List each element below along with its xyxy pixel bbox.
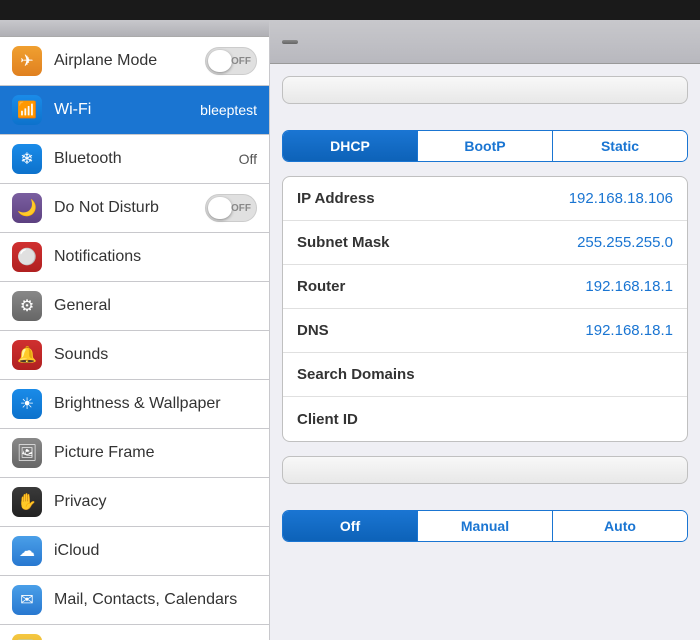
sidebar-item-label-bluetooth: Bluetooth — [54, 150, 239, 168]
renew-lease-button[interactable] — [282, 456, 688, 484]
sidebar-item-sounds[interactable]: 🔔 Sounds — [0, 331, 269, 380]
row-value-1: 255.255.255.0 — [577, 234, 673, 251]
sidebar-item-general[interactable]: ⚙ General — [0, 282, 269, 331]
toggle-airplane[interactable]: OFF — [205, 47, 257, 75]
sidebar-item-label-mail: Mail, Contacts, Calendars — [54, 591, 257, 609]
table-row: Search Domains — [283, 353, 687, 397]
proxy-segmented-control: OffManualAuto — [282, 510, 688, 542]
sidebar-item-notes[interactable]: 📝Notes — [0, 625, 269, 640]
row-value-3: 192.168.18.1 — [585, 322, 673, 339]
table-row: Client ID — [283, 397, 687, 441]
sidebar-item-label-general: General — [54, 297, 257, 315]
row-label-4: Search Domains — [297, 366, 673, 383]
row-label-2: Router — [297, 278, 585, 295]
sidebar-item-bluetooth[interactable]: ❄ BluetoothOff — [0, 135, 269, 184]
row-value-2: 192.168.18.1 — [585, 278, 673, 295]
right-panel: DHCPBootPStatic IP Address192.168.18.106… — [270, 20, 700, 640]
sidebar-item-label-airplane: Airplane Mode — [54, 52, 205, 70]
sidebar-item-wifi[interactable]: 📶 Wi-Fibleeptest — [0, 86, 269, 135]
sidebar-item-mail[interactable]: ✉ Mail, Contacts, Calendars — [0, 576, 269, 625]
sidebar-item-label-brightness: Brightness & Wallpaper — [54, 395, 257, 413]
sidebar-item-label-icloud: iCloud — [54, 542, 257, 560]
bluetooth-icon: ❄ — [12, 144, 42, 174]
sidebar-item-icloud[interactable]: ☁ iCloud — [0, 527, 269, 576]
ip-seg-static[interactable]: Static — [553, 131, 687, 161]
forget-network-button[interactable] — [282, 76, 688, 104]
sidebar-item-label-privacy: Privacy — [54, 493, 257, 511]
sidebar-item-airplane[interactable]: ✈ Airplane ModeOFF — [0, 37, 269, 86]
ip-seg-bootp[interactable]: BootP — [418, 131, 553, 161]
privacy-icon: ✋ — [12, 487, 42, 517]
mail-icon: ✉ — [12, 585, 42, 615]
sidebar-item-label-notifications: Notifications — [54, 248, 257, 266]
proxy-seg-manual[interactable]: Manual — [418, 511, 553, 541]
table-row: Router192.168.18.1 — [283, 265, 687, 309]
row-label-0: IP Address — [297, 190, 569, 207]
ip-seg-dhcp[interactable]: DHCP — [283, 131, 418, 161]
sidebar-header — [0, 20, 269, 37]
notes-icon: 📝 — [12, 634, 42, 640]
wifi-badge — [282, 40, 298, 44]
dnd-icon: 🌙 — [12, 193, 42, 223]
toggle-dnd[interactable]: OFF — [205, 194, 257, 222]
right-content: DHCPBootPStatic IP Address192.168.18.106… — [270, 64, 700, 568]
ip-address-section-header — [282, 120, 688, 130]
row-label-1: Subnet Mask — [297, 234, 577, 251]
ip-info-table: IP Address192.168.18.106Subnet Mask255.2… — [282, 176, 688, 442]
table-row: Subnet Mask255.255.255.0 — [283, 221, 687, 265]
sidebar-item-privacy[interactable]: ✋ Privacy — [0, 478, 269, 527]
right-header — [270, 20, 700, 64]
sidebar-item-label-pictureframe: Picture Frame — [54, 444, 257, 462]
badge-bluetooth: Off — [239, 151, 257, 167]
table-row: DNS192.168.18.1 — [283, 309, 687, 353]
main-container: ✈Airplane ModeOFF📶Wi-Fibleeptest❄Bluetoo… — [0, 20, 700, 640]
sidebar-item-dnd[interactable]: 🌙 Do Not DisturbOFF — [0, 184, 269, 233]
sidebar-item-label-wifi: Wi-Fi — [54, 101, 200, 119]
notifications-icon: ⚪ — [12, 242, 42, 272]
sidebar-item-pictureframe[interactable]: 🖼 Picture Frame — [0, 429, 269, 478]
sidebar-item-label-sounds: Sounds — [54, 346, 257, 364]
icloud-icon: ☁ — [12, 536, 42, 566]
sidebar-item-brightness[interactable]: ☀ Brightness & Wallpaper — [0, 380, 269, 429]
badge-wifi: bleeptest — [200, 102, 257, 118]
sidebar: ✈Airplane ModeOFF📶Wi-Fibleeptest❄Bluetoo… — [0, 20, 270, 640]
ip-segmented-control: DHCPBootPStatic — [282, 130, 688, 162]
row-value-0: 192.168.18.106 — [569, 190, 673, 207]
sidebar-item-notifications[interactable]: ⚪ Notifications — [0, 233, 269, 282]
sidebar-item-label-dnd: Do Not Disturb — [54, 199, 205, 217]
sounds-icon: 🔔 — [12, 340, 42, 370]
http-proxy-section-header — [282, 500, 688, 510]
airplane-icon: ✈ — [12, 46, 42, 76]
table-row: IP Address192.168.18.106 — [283, 177, 687, 221]
proxy-seg-auto[interactable]: Auto — [553, 511, 687, 541]
proxy-seg-off[interactable]: Off — [283, 511, 418, 541]
status-bar — [0, 0, 700, 20]
row-label-3: DNS — [297, 322, 585, 339]
row-label-5: Client ID — [297, 411, 673, 428]
brightness-icon: ☀ — [12, 389, 42, 419]
pictureframe-icon: 🖼 — [12, 438, 42, 468]
wifi-icon: 📶 — [12, 95, 42, 125]
general-icon: ⚙ — [12, 291, 42, 321]
